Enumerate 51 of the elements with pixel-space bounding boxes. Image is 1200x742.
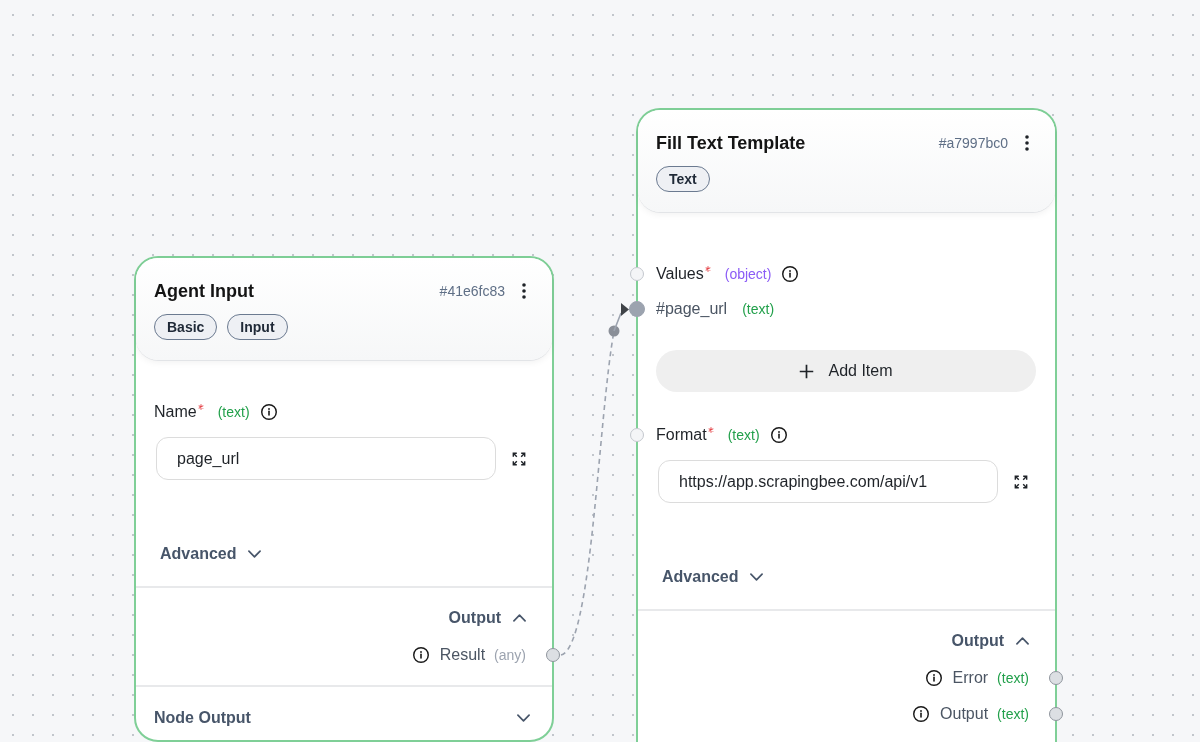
field-label: Values	[656, 265, 704, 283]
info-icon[interactable]	[913, 706, 930, 722]
output-handle[interactable]	[1049, 707, 1063, 721]
chevron-down-icon	[517, 714, 530, 722]
text-input[interactable]: page_url	[156, 437, 496, 480]
more-options-icon[interactable]	[1025, 135, 1029, 151]
type-label: (any)	[494, 647, 526, 663]
field-label: Name	[154, 403, 197, 421]
list-item-label: #page_url	[656, 300, 728, 318]
output-label: Output	[940, 705, 989, 723]
chevron-up-icon	[1016, 637, 1029, 645]
output-toggle[interactable]: Output	[951, 629, 1029, 653]
plus-icon	[799, 363, 815, 379]
text-input[interactable]: https://app.scrapingbee.com/api/v1	[658, 460, 998, 503]
category-tag: Text	[656, 166, 710, 192]
info-icon[interactable]	[770, 427, 787, 443]
output-handle[interactable]	[1049, 671, 1063, 685]
node-id-label: #a7997bc0	[938, 135, 1008, 151]
output-label: Error	[952, 669, 989, 687]
info-icon[interactable]	[412, 647, 429, 663]
chevron-down-icon	[750, 573, 764, 581]
output-toggle[interactable]: Output	[448, 606, 526, 630]
type-label: (text)	[997, 706, 1029, 722]
info-icon[interactable]	[925, 670, 942, 686]
chevron-down-icon	[248, 550, 262, 558]
expand-icon[interactable]	[1014, 474, 1028, 489]
output-label: Result	[439, 646, 486, 664]
type-label: (text)	[217, 404, 250, 420]
type-label: (text)	[997, 670, 1029, 686]
input-handle[interactable]	[630, 267, 644, 281]
type-label: (object)	[724, 266, 772, 282]
node-title: Agent Input	[154, 280, 255, 302]
node-id-label: #41e6fc83	[439, 283, 505, 299]
expand-icon[interactable]	[512, 451, 526, 466]
node-title: Fill Text Template	[656, 132, 807, 154]
more-options-icon[interactable]	[522, 283, 526, 299]
chevron-up-icon	[513, 614, 526, 622]
add-item-button[interactable]: Add Item	[656, 350, 1036, 392]
field-label: Format	[656, 426, 707, 444]
category-tag: Basic	[154, 314, 218, 340]
advanced-toggle[interactable]: Advanced	[154, 542, 262, 566]
input-handle[interactable]	[629, 301, 645, 317]
output-handle[interactable]	[546, 648, 560, 662]
info-icon[interactable]	[782, 266, 799, 282]
category-tag: Input	[227, 314, 288, 340]
type-label: (text)	[742, 301, 775, 317]
advanced-toggle[interactable]: Advanced	[656, 565, 764, 589]
node-output-toggle[interactable]: Node Output	[154, 706, 530, 730]
type-label: (text)	[727, 427, 760, 443]
info-icon[interactable]	[260, 404, 277, 420]
input-handle[interactable]	[630, 428, 644, 442]
